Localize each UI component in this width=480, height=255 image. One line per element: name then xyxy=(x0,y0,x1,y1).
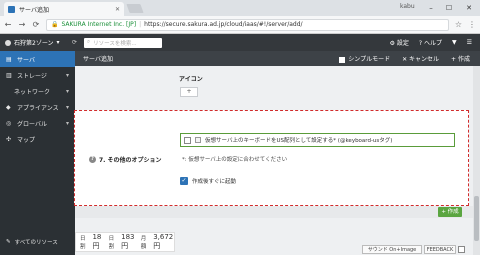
breadcrumb: サーバ追加 xyxy=(83,56,113,63)
other-options-title-text: 7. その他のオプション xyxy=(99,157,162,164)
sidebar-item-appliance[interactable]: ◆ アプライアンス ▾ xyxy=(0,99,75,115)
settings-label: 設定 xyxy=(396,40,409,47)
notification-icon[interactable]: ▼ xyxy=(452,39,457,46)
secure-label: SAKURA Internet Inc. [JP] xyxy=(61,21,137,28)
close-icon[interactable]: ✕ xyxy=(115,6,120,13)
keyboard-us-option[interactable]: 仮想サーバ上のキーボードをUS配列として設定する* (@keyboard-usタ… xyxy=(180,133,455,147)
create-button[interactable]: + 作成 xyxy=(438,207,462,217)
simple-mode-label: シンプルモード xyxy=(348,56,391,63)
form-footer xyxy=(75,206,473,218)
content-toolbar: サーバ追加 シンプルモード ✕ キャンセル + 作成 xyxy=(75,51,480,66)
appliance-icon: ◆ xyxy=(6,104,11,111)
reload-icon[interactable]: ⟳ xyxy=(32,20,40,29)
icon-section-label: アイコン xyxy=(179,76,203,83)
other-options-section: ? 7. その他のオプション 仮想サーバ上のキーボードをUS配列として設定する*… xyxy=(74,110,469,206)
user-menu-icon[interactable]: ☰ xyxy=(467,39,472,46)
monthly-label: 月額 xyxy=(140,236,147,250)
keyboard-note: *: 仮想サーバ上の設定に合わせてください xyxy=(182,157,288,163)
sidebar-item-server[interactable]: ▤ サーバ xyxy=(0,51,75,67)
all-resources-link[interactable]: ✎ すべてのリソース xyxy=(0,236,75,248)
globe-icon: ◎ xyxy=(6,120,12,127)
favicon-icon xyxy=(8,5,15,13)
other-options-title: ? 7. その他のオプション xyxy=(89,155,162,164)
forward-icon[interactable]: → xyxy=(18,20,26,29)
browser-toolbar: ← → ⟳ 🔒 SAKURA Internet Inc. [JP] | http… xyxy=(0,16,480,34)
settings-button[interactable]: ⚙ 設定 xyxy=(390,38,409,47)
sidebar-item-map[interactable]: ✣ マップ xyxy=(0,131,75,147)
chevron-down-icon: ▾ xyxy=(65,103,69,111)
search-placeholder: リソースを検索... xyxy=(93,40,137,47)
browser-tabbar: サーバ追加 ✕ kabu – ☐ ✕ xyxy=(0,0,480,16)
add-icon-button[interactable]: + xyxy=(180,87,198,97)
checkbox-icon xyxy=(339,56,346,63)
all-resources-label: すべてのリソース xyxy=(14,240,58,246)
sound-toggle[interactable]: サウンド On+Image xyxy=(362,245,422,254)
boot-after-create-option[interactable]: ✓ 作成後すぐに起動 xyxy=(180,177,236,185)
tab-title: サーバ追加 xyxy=(19,6,49,14)
help-label: ヘルプ xyxy=(423,40,442,47)
boot-after-create-label: 作成後すぐに起動 xyxy=(192,179,237,185)
sidebar-item-label: グローバル xyxy=(17,120,47,128)
sidebar-item-network[interactable]: ネットワーク ▾ xyxy=(0,83,75,99)
refresh-icon[interactable]: ⟳ xyxy=(72,39,82,46)
daily2-price: 183円 xyxy=(121,233,135,250)
window-close-icon[interactable]: ✕ xyxy=(460,0,478,16)
help-button[interactable]: ? ヘルプ xyxy=(419,38,442,47)
back-icon[interactable]: ← xyxy=(4,20,12,29)
chevron-down-icon: ▾ xyxy=(65,71,69,79)
zone-selector[interactable]: 石狩第2ゾーン ▾ xyxy=(0,38,72,47)
browser-menu-icon[interactable]: ⋮ xyxy=(468,20,476,29)
minimize-icon[interactable]: – xyxy=(422,0,440,16)
new-tab-button[interactable] xyxy=(126,4,144,13)
daily2-label: 日割 xyxy=(108,236,115,250)
app-header: 石狩第2ゾーン ▾ ⟳ ⌕ リソースを検索... ⚙ 設定 ? ヘルプ ▼ ☰ xyxy=(0,34,480,51)
address-bar[interactable]: 🔒 SAKURA Internet Inc. [JP] | https://se… xyxy=(46,18,449,31)
scrollbar[interactable] xyxy=(473,66,480,255)
daily-label: 日割 xyxy=(80,236,86,250)
cancel-button[interactable]: ✕ キャンセル xyxy=(402,54,439,63)
pin-icon: ✎ xyxy=(6,239,11,245)
daily-price: 18円 xyxy=(92,233,102,250)
monthly-price: 3,672円 xyxy=(153,233,174,250)
globe-icon xyxy=(5,39,11,46)
chevron-down-icon: ▾ xyxy=(65,119,69,127)
search-icon: ⌕ xyxy=(87,39,91,45)
sidebar-item-label: アプライアンス xyxy=(17,104,59,112)
zone-label: 石狩第2ゾーン xyxy=(14,40,54,47)
sidebar-item-label: サーバ xyxy=(17,56,35,64)
chevron-down-icon: ▾ xyxy=(56,39,60,46)
map-icon: ✣ xyxy=(6,136,12,143)
tag-icon xyxy=(195,137,201,143)
keyboard-us-label: 仮想サーバ上のキーボードをUS配列として設定する* (@keyboard-usタ… xyxy=(205,138,393,144)
browser-tab[interactable]: サーバ追加 ✕ xyxy=(4,2,124,16)
storage-icon: ▥ xyxy=(6,72,12,79)
divider: | xyxy=(139,21,142,28)
url-text: https://secure.sakura.ad.jp/cloud/iaas/#… xyxy=(144,21,303,28)
create-toolbar-button[interactable]: + 作成 xyxy=(451,54,470,63)
boot-after-create-checkbox[interactable]: ✓ xyxy=(180,177,188,185)
create-label: 作成 xyxy=(457,56,470,63)
feedback-checkbox[interactable] xyxy=(458,246,465,253)
simple-mode-toggle[interactable]: シンプルモード xyxy=(339,54,390,63)
scrollbar-thumb[interactable] xyxy=(474,196,479,241)
cancel-label: キャンセル xyxy=(409,56,440,63)
bookmark-star-icon[interactable]: ☆ xyxy=(455,20,462,29)
sidebar-item-global[interactable]: ◎ グローバル ▾ xyxy=(0,115,75,131)
sidebar-item-label: マップ xyxy=(17,136,36,144)
sidebar-item-label: ネットワーク xyxy=(14,88,51,96)
help-icon[interactable]: ? xyxy=(89,156,96,163)
sidebar-item-label: ストレージ xyxy=(17,72,47,80)
sidebar: ▤ サーバ ▥ ストレージ ▾ ネットワーク ▾ ◆ アプライアンス ▾ ◎ グ… xyxy=(0,51,75,255)
keyboard-us-checkbox[interactable] xyxy=(184,136,191,144)
feedback-button[interactable]: FEEDBACK xyxy=(424,245,456,254)
window-user: kabu xyxy=(400,3,415,10)
maximize-icon[interactable]: ☐ xyxy=(440,0,458,16)
resource-search-input[interactable]: ⌕ リソースを検索... xyxy=(84,37,162,48)
server-icon: ▤ xyxy=(6,56,12,63)
create-button-label: 作成 xyxy=(447,209,459,215)
price-summary: 日割 18円 日割 183円 月額 3,672円 xyxy=(75,232,175,252)
lock-icon: 🔒 xyxy=(51,21,59,28)
chevron-down-icon: ▾ xyxy=(65,87,69,95)
sidebar-item-storage[interactable]: ▥ ストレージ ▾ xyxy=(0,67,75,83)
